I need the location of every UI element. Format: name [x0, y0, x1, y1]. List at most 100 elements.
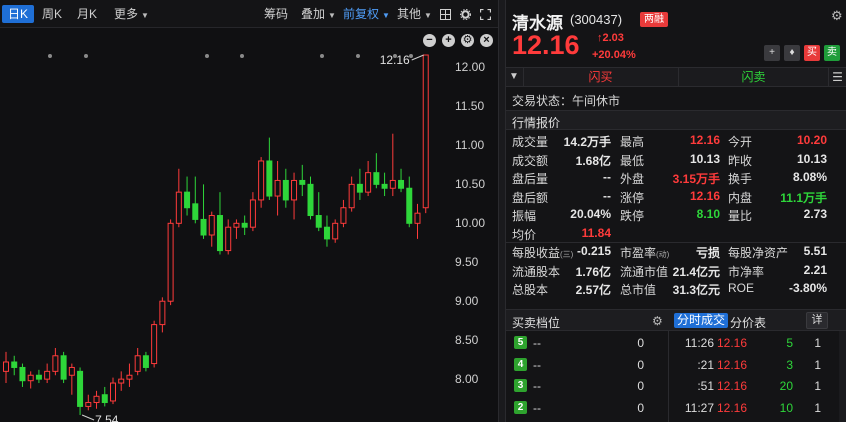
candle[interactable] — [184, 176, 191, 216]
candle[interactable] — [167, 219, 174, 306]
sell-button[interactable]: 卖 — [824, 45, 840, 61]
candle[interactable] — [249, 192, 256, 232]
gear-icon[interactable]: ⚙ — [652, 314, 663, 328]
event-marker[interactable] — [84, 54, 88, 58]
candle[interactable] — [348, 176, 355, 212]
candle[interactable] — [365, 160, 372, 197]
flash-trade-row: ▼ 闪买 闪卖 ☰ — [506, 67, 846, 87]
candle[interactable] — [389, 133, 396, 197]
zoom-in-icon[interactable]: + — [442, 34, 455, 47]
candle[interactable] — [192, 176, 199, 224]
tab-price-table[interactable]: 分价表 — [730, 314, 766, 331]
chips-button[interactable]: 筹码 — [264, 0, 288, 28]
detail-button[interactable]: 详 — [806, 312, 828, 329]
candle[interactable] — [274, 160, 281, 216]
settings-icon[interactable] — [460, 9, 471, 20]
candle[interactable] — [27, 371, 34, 389]
candle[interactable] — [398, 168, 405, 193]
candle[interactable] — [291, 172, 298, 220]
orderbook-row[interactable]: 5 -- 0 — [506, 334, 666, 353]
adjust-menu[interactable]: 前复权 ▼ — [343, 0, 390, 28]
candle[interactable] — [208, 211, 215, 247]
candle[interactable] — [356, 168, 363, 200]
candle[interactable] — [134, 347, 141, 376]
candle[interactable] — [3, 351, 9, 384]
candle[interactable] — [60, 351, 67, 384]
quote-row: 成交量 14.2万手 最高 12.16 今开 10.20 — [506, 131, 846, 150]
other-menu[interactable]: 其他 ▼ — [397, 0, 432, 28]
candle[interactable] — [299, 164, 306, 197]
candle[interactable] — [35, 369, 42, 384]
event-marker[interactable] — [320, 54, 324, 58]
candle[interactable] — [101, 386, 108, 407]
more-menu[interactable]: 更多 ▼ — [114, 0, 149, 28]
menu-icon[interactable]: ☰ — [828, 68, 846, 86]
candle[interactable] — [332, 219, 339, 243]
candle[interactable] — [126, 363, 133, 387]
tab-time-sales[interactable]: 分时成交 — [674, 313, 729, 328]
candle[interactable] — [68, 363, 75, 395]
candle[interactable] — [44, 363, 51, 384]
candle[interactable] — [282, 168, 289, 208]
candle-body — [3, 361, 9, 372]
candle[interactable] — [422, 54, 429, 214]
orderbook-row[interactable]: 4 -- 0 — [506, 356, 666, 375]
fullscreen-icon[interactable] — [480, 9, 491, 20]
event-marker[interactable] — [356, 54, 360, 58]
tab-daily-k[interactable]: 日K — [2, 5, 35, 23]
grid-icon[interactable] — [440, 9, 451, 20]
candle[interactable] — [340, 199, 347, 228]
candle[interactable] — [373, 153, 380, 189]
event-marker[interactable] — [48, 54, 52, 58]
candle[interactable] — [323, 215, 330, 247]
event-marker[interactable] — [205, 54, 209, 58]
flash-sell-button[interactable]: 闪卖 — [678, 68, 828, 86]
gear-icon[interactable]: ⚙ — [831, 8, 843, 24]
candle[interactable] — [142, 351, 149, 372]
candle[interactable] — [406, 176, 413, 228]
candle[interactable] — [414, 203, 421, 239]
add-watchlist-icon[interactable]: + — [764, 45, 780, 61]
candle[interactable] — [19, 363, 26, 387]
candle[interactable] — [93, 390, 100, 409]
time-sales-scrollbar[interactable] — [839, 331, 846, 422]
close-icon[interactable]: × — [480, 34, 493, 47]
chart-settings-icon[interactable]: ⚙ — [461, 34, 474, 47]
quote-value: 11.1万手 — [780, 190, 827, 205]
candle[interactable] — [258, 157, 265, 208]
candle[interactable] — [381, 172, 388, 197]
candle[interactable] — [233, 219, 240, 239]
candle[interactable] — [109, 377, 116, 405]
bell-icon[interactable]: ♦ — [784, 45, 800, 61]
kline-plot[interactable]: 12.16 7.54 12.00 11.50 11.00 10.50 10.00 9.50 9… — [0, 48, 498, 422]
candle[interactable] — [159, 297, 166, 333]
tab-weekly-k[interactable]: 周K — [42, 0, 62, 28]
flash-buy-button[interactable]: 闪买 — [523, 68, 677, 86]
buy-button[interactable]: 买 — [804, 45, 820, 61]
orderbook-row[interactable]: 3 -- 0 — [506, 377, 666, 396]
overlay-menu[interactable]: 叠加 ▼ — [301, 0, 336, 28]
candle[interactable] — [266, 137, 273, 200]
candle[interactable] — [151, 320, 158, 368]
zoom-out-icon[interactable]: − — [423, 34, 436, 47]
candle[interactable] — [175, 168, 182, 228]
collapse-icon[interactable]: ▼ — [506, 68, 522, 86]
candle[interactable] — [118, 371, 125, 391]
candle[interactable] — [225, 219, 232, 255]
quote-label-text: 盘后额 — [512, 190, 549, 205]
candle[interactable] — [307, 176, 314, 220]
candle[interactable] — [52, 347, 59, 376]
candle[interactable] — [315, 192, 322, 232]
event-marker[interactable] — [240, 54, 244, 58]
tab-monthly-k[interactable]: 月K — [77, 0, 97, 28]
candle[interactable] — [200, 184, 207, 239]
candle[interactable] — [77, 367, 84, 415]
pane-splitter[interactable] — [498, 0, 506, 422]
candle[interactable] — [85, 394, 92, 411]
orderbook-row[interactable]: 2 -- 0 — [506, 399, 666, 418]
candle[interactable] — [11, 355, 18, 376]
quote-label-text: 换手 — [728, 172, 753, 186]
candle-body — [192, 203, 199, 220]
candle[interactable] — [216, 192, 223, 255]
candle[interactable] — [241, 215, 248, 235]
